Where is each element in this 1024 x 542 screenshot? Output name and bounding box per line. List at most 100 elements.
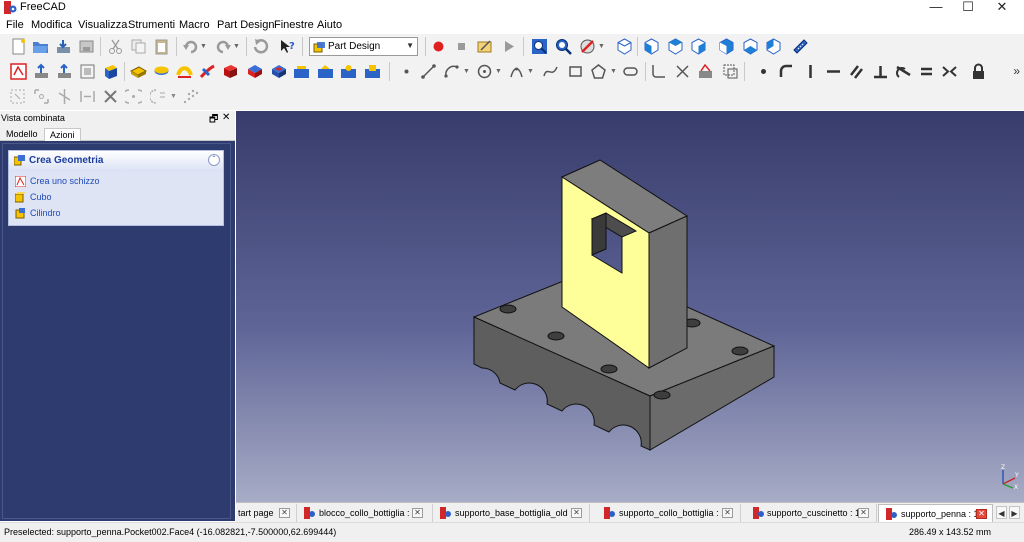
select-origin-icon[interactable] <box>33 88 50 105</box>
sweep-icon[interactable] <box>199 63 216 80</box>
create-shape-binder-icon[interactable] <box>33 63 50 80</box>
scroll-right-icon[interactable]: ▶ <box>1009 506 1020 519</box>
create-body-icon[interactable] <box>10 63 27 80</box>
close-tab-icon[interactable]: ✕ <box>858 508 869 518</box>
cut-icon[interactable] <box>107 38 124 55</box>
doc-tab-supporto-penna[interactable]: supporto_penna : 1 ✕ <box>878 504 993 522</box>
hole-icon[interactable] <box>270 63 287 80</box>
menu-modifica[interactable]: Modifica <box>31 19 72 31</box>
close-tab-icon[interactable]: ✕ <box>412 508 423 518</box>
collapse-icon[interactable]: ˆ <box>208 154 220 166</box>
revolution-icon[interactable] <box>153 63 170 80</box>
doc-tab-blocco-collo-bottiglia[interactable]: blocco_collo_bottiglia : 1 ✕ <box>298 504 433 522</box>
sketch-trim-icon[interactable] <box>674 63 691 80</box>
draw-style-icon[interactable] <box>579 38 596 55</box>
sketch-point-icon[interactable] <box>398 63 415 80</box>
close-window-button[interactable]: ✕ <box>986 0 1018 14</box>
sketch-carbon-copy-icon[interactable] <box>722 63 739 80</box>
base-hole[interactable] <box>600 364 618 374</box>
constraint-parallel-icon[interactable] <box>848 63 865 80</box>
select-constraints-icon[interactable] <box>9 88 26 105</box>
view-bottom-icon[interactable] <box>742 38 759 55</box>
new-document-icon[interactable] <box>10 38 27 55</box>
pocket-icon[interactable] <box>246 63 263 80</box>
select-vertical-axis-icon[interactable] <box>56 88 73 105</box>
cad-model[interactable] <box>236 111 1024 502</box>
pocket-inner-face[interactable] <box>591 212 607 256</box>
select-horizontal-axis-icon[interactable] <box>79 88 96 105</box>
macro-edit-icon[interactable] <box>476 38 493 55</box>
refresh-icon[interactable] <box>252 38 269 55</box>
measure-distance-icon[interactable] <box>792 38 809 55</box>
constraint-horizontal-icon[interactable] <box>825 63 842 80</box>
copy-elements-icon[interactable] <box>150 88 167 105</box>
macro-record-icon[interactable] <box>430 38 447 55</box>
minimize-button[interactable]: — <box>920 0 952 14</box>
sketch-fillet-icon[interactable] <box>650 63 667 80</box>
constraint-vertical-icon[interactable] <box>802 63 819 80</box>
whats-this-icon[interactable]: ? <box>279 38 296 55</box>
doc-tab-supporto-cuscinetto[interactable]: supporto_cuscinetto : 1 ✕ <box>742 504 877 522</box>
workbench-selector[interactable]: Part Design ▼ <box>309 37 418 56</box>
view-left-icon[interactable] <box>765 38 782 55</box>
scroll-left-icon[interactable]: ◀ <box>996 506 1007 519</box>
paste-icon[interactable] <box>153 38 170 55</box>
constraint-tangent-icon[interactable] <box>895 63 912 80</box>
fit-selection-icon[interactable] <box>555 38 572 55</box>
subtractive-primitive-icon[interactable] <box>364 63 381 80</box>
close-tab-icon[interactable]: ✕ <box>279 508 290 518</box>
create-datum-icon[interactable] <box>102 63 119 80</box>
sketch-circle-icon[interactable] <box>476 63 493 80</box>
view-top-icon[interactable] <box>667 38 684 55</box>
constraint-point-on-object-icon[interactable] <box>778 63 795 80</box>
sketch-bspline-icon[interactable] <box>542 63 559 80</box>
redo-icon[interactable] <box>215 38 232 55</box>
view-right-icon[interactable] <box>690 38 707 55</box>
subtractive-loft-icon[interactable] <box>317 63 334 80</box>
menu-finestre[interactable]: Finestre <box>274 19 314 31</box>
draw-style-dropdown-icon[interactable]: ▼ <box>598 43 615 60</box>
constraint-equal-icon[interactable] <box>918 63 935 80</box>
close-tab-icon[interactable]: ✕ <box>976 509 987 519</box>
view-front-icon[interactable] <box>643 38 660 55</box>
save-as-icon[interactable] <box>78 38 95 55</box>
doc-tab-supporto-base-bottiglia-old[interactable]: supporto_base_bottiglia_old : 1 ✕ <box>434 504 590 522</box>
redo-dropdown-icon[interactable]: ▼ <box>233 43 250 60</box>
additive-primitive-icon[interactable] <box>222 63 239 80</box>
fit-all-icon[interactable] <box>531 38 548 55</box>
menu-visualizza[interactable]: Visualizza <box>78 19 127 31</box>
menu-file[interactable]: File <box>6 19 24 31</box>
constraint-coincident-icon[interactable] <box>755 63 772 80</box>
menu-part-design[interactable]: Part Design <box>217 19 274 31</box>
menu-aiuto[interactable]: Aiuto <box>317 19 342 31</box>
open-folder-icon[interactable] <box>32 38 49 55</box>
tab-azioni[interactable]: Azioni <box>44 128 81 141</box>
create-clone-icon[interactable] <box>79 63 96 80</box>
macro-run-icon[interactable] <box>500 38 517 55</box>
doc-tab-start-page[interactable]: tart page ✕ <box>236 504 297 522</box>
pad-icon[interactable] <box>130 63 147 80</box>
copy-icon[interactable] <box>130 38 147 55</box>
undo-icon[interactable] <box>182 38 199 55</box>
upright-side-face[interactable] <box>648 215 688 369</box>
base-hole[interactable] <box>653 390 671 400</box>
view-rear-icon[interactable] <box>718 38 735 55</box>
constraint-perpendicular-icon[interactable] <box>872 63 889 80</box>
menu-strumenti[interactable]: Strumenti <box>128 19 175 31</box>
sketch-arc-icon[interactable] <box>443 63 460 80</box>
close-tab-icon[interactable]: ✕ <box>571 508 582 518</box>
view-isometric-icon[interactable] <box>616 38 633 55</box>
menu-macro[interactable]: Macro <box>179 19 210 31</box>
base-hole[interactable] <box>499 304 517 314</box>
groove-icon[interactable] <box>293 63 310 80</box>
create-subshape-binder-icon[interactable] <box>56 63 73 80</box>
3d-view[interactable]: Z Y X <box>236 111 1024 502</box>
rectangular-array-icon[interactable] <box>182 88 199 105</box>
clone-icon[interactable] <box>125 88 142 105</box>
macro-stop-icon[interactable] <box>453 38 470 55</box>
symmetry-icon[interactable] <box>102 88 119 105</box>
loft-icon[interactable] <box>176 63 193 80</box>
constraint-symmetric-icon[interactable] <box>941 63 958 80</box>
sketch-line-icon[interactable] <box>420 63 437 80</box>
subtractive-pipe-icon[interactable] <box>340 63 357 80</box>
